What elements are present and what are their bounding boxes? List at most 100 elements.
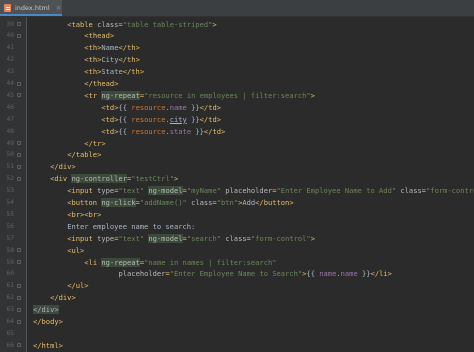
fold-marker-icon[interactable] [17, 22, 21, 26]
code-token: "form-control" [250, 233, 311, 243]
code-token: }} [186, 114, 200, 124]
fold-marker-icon[interactable] [17, 343, 21, 348]
code-token: </div> [50, 162, 76, 172]
tab-index-html[interactable]: index.html × [0, 0, 62, 16]
line-number: 53 [6, 187, 14, 195]
code-line[interactable]: 53 <input type="text" ng-model="myName" p… [0, 185, 474, 197]
line-number: 55 [6, 210, 14, 218]
fold-marker-icon[interactable] [17, 295, 21, 300]
code-token: ng-model [148, 233, 183, 243]
code-line[interactable]: 46 <td>{{ resource.name }}</td> [0, 102, 474, 114]
code-line[interactable]: 48 <td>{{ resource.state }}</td> [0, 126, 474, 138]
code-line[interactable]: 45 <tr ng-repeat="resource in employees |… [0, 90, 474, 102]
line-number: 58 [6, 246, 14, 254]
code-line[interactable]: 55 <br><br> [0, 209, 474, 221]
code-token: type [97, 233, 115, 243]
code-token: "name in names | filter:search" [144, 257, 277, 267]
code-token: </th> [122, 67, 145, 77]
code-line[interactable]: 44 </thead> [0, 78, 474, 90]
code-token: "addName()" [139, 198, 192, 207]
code-text: placeholder="Enter Employee Name to Sear… [119, 268, 392, 280]
code-line[interactable]: 64 </body> [0, 316, 474, 328]
fold-marker-icon[interactable] [17, 307, 21, 312]
line-number: 42 [6, 56, 14, 64]
fold-marker-icon[interactable] [17, 164, 21, 169]
fold-marker-icon[interactable] [17, 33, 21, 38]
code-line[interactable]: 57 <input type="text" ng-model="search" c… [0, 233, 474, 245]
code-line[interactable]: 59 <li ng-repeat="name in names | filter:… [0, 257, 474, 269]
code-line[interactable]: 49 </tr> [0, 138, 474, 150]
fold-marker-icon[interactable] [17, 176, 21, 181]
code-token: Name [101, 43, 119, 53]
code-line[interactable]: 56 Enter employee name to search: [0, 221, 474, 233]
code-token: name [319, 269, 337, 279]
code-line[interactable]: 42 <th>City</th> [0, 54, 474, 66]
code-text: <tr ng-repeat="resource in employees | f… [84, 90, 315, 102]
line-number: 47 [6, 115, 14, 123]
code-token: "search" [186, 233, 226, 243]
code-token: <table [67, 19, 98, 29]
code-line[interactable]: 43 <th>State</th> [0, 66, 474, 78]
fold-marker-icon[interactable] [17, 319, 21, 324]
code-line[interactable]: 65 [0, 328, 474, 340]
fold-marker-icon[interactable] [17, 141, 21, 145]
code-token: <br><br> [67, 209, 102, 219]
code-line[interactable]: 66 </html> [0, 340, 474, 352]
code-token: state [169, 126, 192, 136]
line-number: 66 [6, 341, 14, 349]
code-token: "form-control" [426, 186, 474, 196]
code-text: <input type="text" ng-model="search" cla… [67, 233, 315, 245]
code-token: "table table-striped" [122, 19, 213, 29]
code-text: Enter employee name to search: [67, 221, 195, 233]
code-token: </td> [199, 114, 222, 124]
code-token: class [97, 19, 119, 29]
code-text: <li ng-repeat="name in names | filter:se… [84, 257, 277, 269]
code-token: </td> [203, 126, 226, 136]
code-line[interactable]: 62 </div> [0, 292, 474, 304]
code-line[interactable]: 39 <table class="table table-striped"> [0, 19, 474, 31]
fold-marker-icon[interactable] [17, 283, 21, 288]
code-line[interactable]: 51 </div> [0, 161, 474, 173]
code-line[interactable]: 47 <td>{{ resource.city }}</td> [0, 114, 474, 126]
code-token: resource [131, 114, 166, 124]
code-text: <td>{{ resource.name }}</td> [101, 102, 221, 114]
code-editor[interactable]: 39 <table class="table table-striped"> 40 <… [0, 17, 474, 352]
fold-marker-icon[interactable] [17, 93, 21, 98]
close-icon[interactable]: × [56, 4, 62, 12]
code-token: resource [131, 126, 166, 136]
fold-marker-icon[interactable] [17, 248, 21, 253]
code-line[interactable]: 60 placeholder="Enter Employee Name to Se… [0, 268, 474, 280]
code-token: </div> [50, 293, 76, 303]
code-line[interactable]: 58 <ul> [0, 245, 474, 257]
code-token: <li [84, 257, 102, 267]
code-text: <ul> [67, 245, 84, 257]
code-text: <th>City</th> [84, 54, 140, 66]
code-token: </html> [33, 340, 63, 350]
code-line[interactable]: 50 </table> [0, 149, 474, 161]
code-token: <td> [101, 126, 119, 136]
code-token: </td> [199, 102, 222, 112]
code-token: city [169, 114, 187, 124]
code-text: <td>{{ resource.city }}</td> [101, 114, 221, 126]
code-line[interactable]: 61 </ul> [0, 280, 474, 292]
code-line[interactable]: 52 <div ng-controller="testCtrl"> [0, 173, 474, 185]
fold-marker-icon[interactable] [17, 260, 21, 264]
fold-marker-icon[interactable] [17, 81, 21, 86]
fold-marker-icon[interactable] [17, 152, 21, 157]
code-text: </html> [33, 340, 63, 352]
line-number: 64 [6, 318, 14, 325]
code-text: <input type="text" ng-model="myName" pla… [67, 185, 474, 197]
code-token: "text" [118, 233, 149, 243]
code-line[interactable]: 63 </div> [0, 304, 474, 316]
code-text: <td>{{ resource.state }}</td> [101, 126, 225, 138]
code-line[interactable]: 54 <button ng-click="addName()" class="bt… [0, 197, 474, 209]
code-token: > [310, 233, 315, 243]
code-text: <table class="table table-striped"> [67, 19, 217, 31]
code-token: name [169, 102, 187, 112]
code-token: class [191, 198, 213, 207]
code-text: </div> [50, 292, 76, 304]
line-number: 49 [6, 139, 14, 147]
code-token: class [225, 233, 247, 243]
code-line[interactable]: 41 <th>Name</th> [0, 42, 474, 54]
code-line[interactable]: 40 <thead> [0, 30, 474, 42]
